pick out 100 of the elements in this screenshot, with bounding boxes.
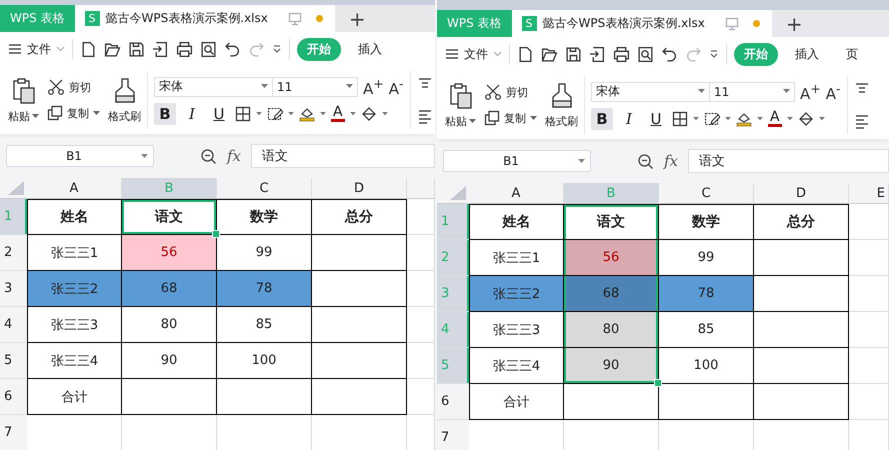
- table-cell[interactable]: 张三三3: [27, 307, 122, 343]
- caret-icon[interactable]: [256, 112, 262, 116]
- ribbon-tab[interactable]: 插入: [348, 38, 392, 60]
- folder-icon[interactable]: [541, 46, 558, 62]
- font-name-field[interactable]: 宋体: [591, 82, 709, 102]
- table-cell[interactable]: [754, 312, 849, 348]
- row-header[interactable]: 6: [0, 379, 27, 415]
- cut-button[interactable]: 剪切: [47, 79, 100, 95]
- table-cell[interactable]: 合计: [469, 384, 564, 420]
- cut-button[interactable]: 剪切: [484, 84, 537, 100]
- eraser-icon[interactable]: [360, 106, 377, 122]
- fill-handle[interactable]: [654, 379, 662, 387]
- table-cell[interactable]: 90: [122, 343, 217, 379]
- new-tab-button[interactable]: +: [772, 10, 817, 37]
- table-cell[interactable]: 78: [659, 276, 754, 312]
- caret-icon[interactable]: [382, 112, 388, 116]
- table-cell[interactable]: 56: [122, 235, 217, 271]
- copy-button[interactable]: 复制: [47, 105, 100, 121]
- column-header[interactable]: E: [849, 183, 889, 204]
- table-cell[interactable]: 语文: [122, 199, 217, 235]
- table-cell[interactable]: 语文: [564, 204, 659, 240]
- caret-icon[interactable]: [757, 116, 763, 120]
- table-cell[interactable]: 合计: [27, 379, 122, 415]
- row-header[interactable]: 6: [437, 384, 469, 420]
- print-icon[interactable]: [176, 40, 193, 58]
- new-tab-button[interactable]: +: [334, 5, 380, 32]
- new-document-icon[interactable]: [80, 40, 97, 58]
- format-painter-button[interactable]: 格式刷: [545, 82, 578, 128]
- row-header[interactable]: 2: [0, 235, 27, 271]
- caret-icon[interactable]: [693, 116, 699, 120]
- table-cell[interactable]: 张三三4: [469, 348, 564, 384]
- table-cell[interactable]: 68: [122, 271, 217, 307]
- caret-icon[interactable]: [725, 116, 731, 120]
- column-header[interactable]: A: [27, 178, 122, 199]
- new-document-icon[interactable]: [517, 46, 534, 62]
- table-cell[interactable]: 56: [564, 240, 659, 276]
- table-cell[interactable]: [122, 379, 217, 415]
- borders-icon[interactable]: [672, 110, 688, 126]
- column-header[interactable]: A: [469, 183, 564, 204]
- table-cell[interactable]: 张三三2: [27, 271, 122, 307]
- fill-bucket-icon[interactable]: [299, 106, 315, 122]
- shrink-font-button[interactable]: A$^{-}$: [388, 76, 404, 98]
- column-header[interactable]: C: [659, 183, 754, 204]
- table-cell[interactable]: 100: [217, 343, 312, 379]
- table-pencil-icon[interactable]: [704, 110, 720, 126]
- table-cell[interactable]: 张三三3: [469, 312, 564, 348]
- export-icon[interactable]: [152, 40, 169, 58]
- table-cell[interactable]: 张三三1: [27, 235, 122, 271]
- undo-icon[interactable]: [224, 40, 241, 58]
- function-button[interactable]: fx: [227, 147, 242, 165]
- table-cell[interactable]: [312, 235, 407, 271]
- table-cell[interactable]: [312, 343, 407, 379]
- folder-icon[interactable]: [104, 40, 121, 58]
- format-painter-button[interactable]: 格式刷: [108, 76, 141, 124]
- table-cell[interactable]: 80: [564, 312, 659, 348]
- table-cell[interactable]: [754, 348, 849, 384]
- caret-icon[interactable]: [288, 112, 294, 116]
- font-style-button[interactable]: B: [591, 108, 613, 130]
- print-icon[interactable]: [613, 46, 630, 62]
- fill-handle[interactable]: [212, 230, 220, 238]
- table-cell[interactable]: 姓名: [469, 204, 564, 240]
- font-style-button[interactable]: U: [645, 108, 667, 130]
- table-cell[interactable]: 80: [122, 307, 217, 343]
- caret-icon[interactable]: [818, 116, 825, 120]
- save-icon[interactable]: [565, 46, 582, 62]
- font-style-button[interactable]: B: [154, 102, 176, 124]
- borders-icon[interactable]: [235, 106, 251, 122]
- table-cell[interactable]: [754, 384, 849, 420]
- align-left-icon[interactable]: [854, 113, 870, 129]
- ribbon-tab[interactable]: 插入: [785, 42, 829, 66]
- zoom-out-icon[interactable]: [637, 152, 654, 170]
- print-preview-icon[interactable]: [637, 46, 654, 62]
- name-box[interactable]: B1: [6, 145, 154, 167]
- formula-field[interactable]: 语文: [251, 144, 435, 168]
- shrink-font-button[interactable]: A$^{-}$: [826, 80, 841, 102]
- paste-button[interactable]: 粘贴: [8, 76, 39, 124]
- table-cell[interactable]: [312, 271, 407, 307]
- align-left-icon[interactable]: [416, 108, 433, 124]
- table-cell[interactable]: 数学: [217, 199, 312, 235]
- chevron-icon[interactable]: [709, 49, 719, 59]
- font-name-field[interactable]: 宋体: [154, 76, 272, 96]
- table-cell[interactable]: [312, 379, 407, 415]
- table-cell[interactable]: 总分: [312, 199, 407, 235]
- row-header[interactable]: 7: [437, 420, 469, 450]
- fill-bucket-icon[interactable]: [736, 110, 752, 126]
- column-header[interactable]: D: [312, 178, 407, 199]
- print-preview-icon[interactable]: [200, 40, 217, 58]
- row-header[interactable]: 3: [0, 271, 27, 307]
- font-style-button[interactable]: I: [181, 102, 203, 124]
- table-cell[interactable]: [217, 379, 312, 415]
- table-cell[interactable]: [659, 384, 754, 420]
- table-cell[interactable]: [754, 240, 849, 276]
- grow-font-button[interactable]: A$^{+}$: [800, 80, 821, 102]
- eraser-icon[interactable]: [798, 110, 814, 126]
- file-menu[interactable]: 文件: [8, 40, 65, 58]
- row-header[interactable]: 5: [0, 343, 27, 379]
- table-cell[interactable]: [312, 307, 407, 343]
- copy-button[interactable]: 复制: [484, 110, 537, 126]
- table-cell[interactable]: [754, 276, 849, 312]
- column-header[interactable]: C: [217, 178, 312, 199]
